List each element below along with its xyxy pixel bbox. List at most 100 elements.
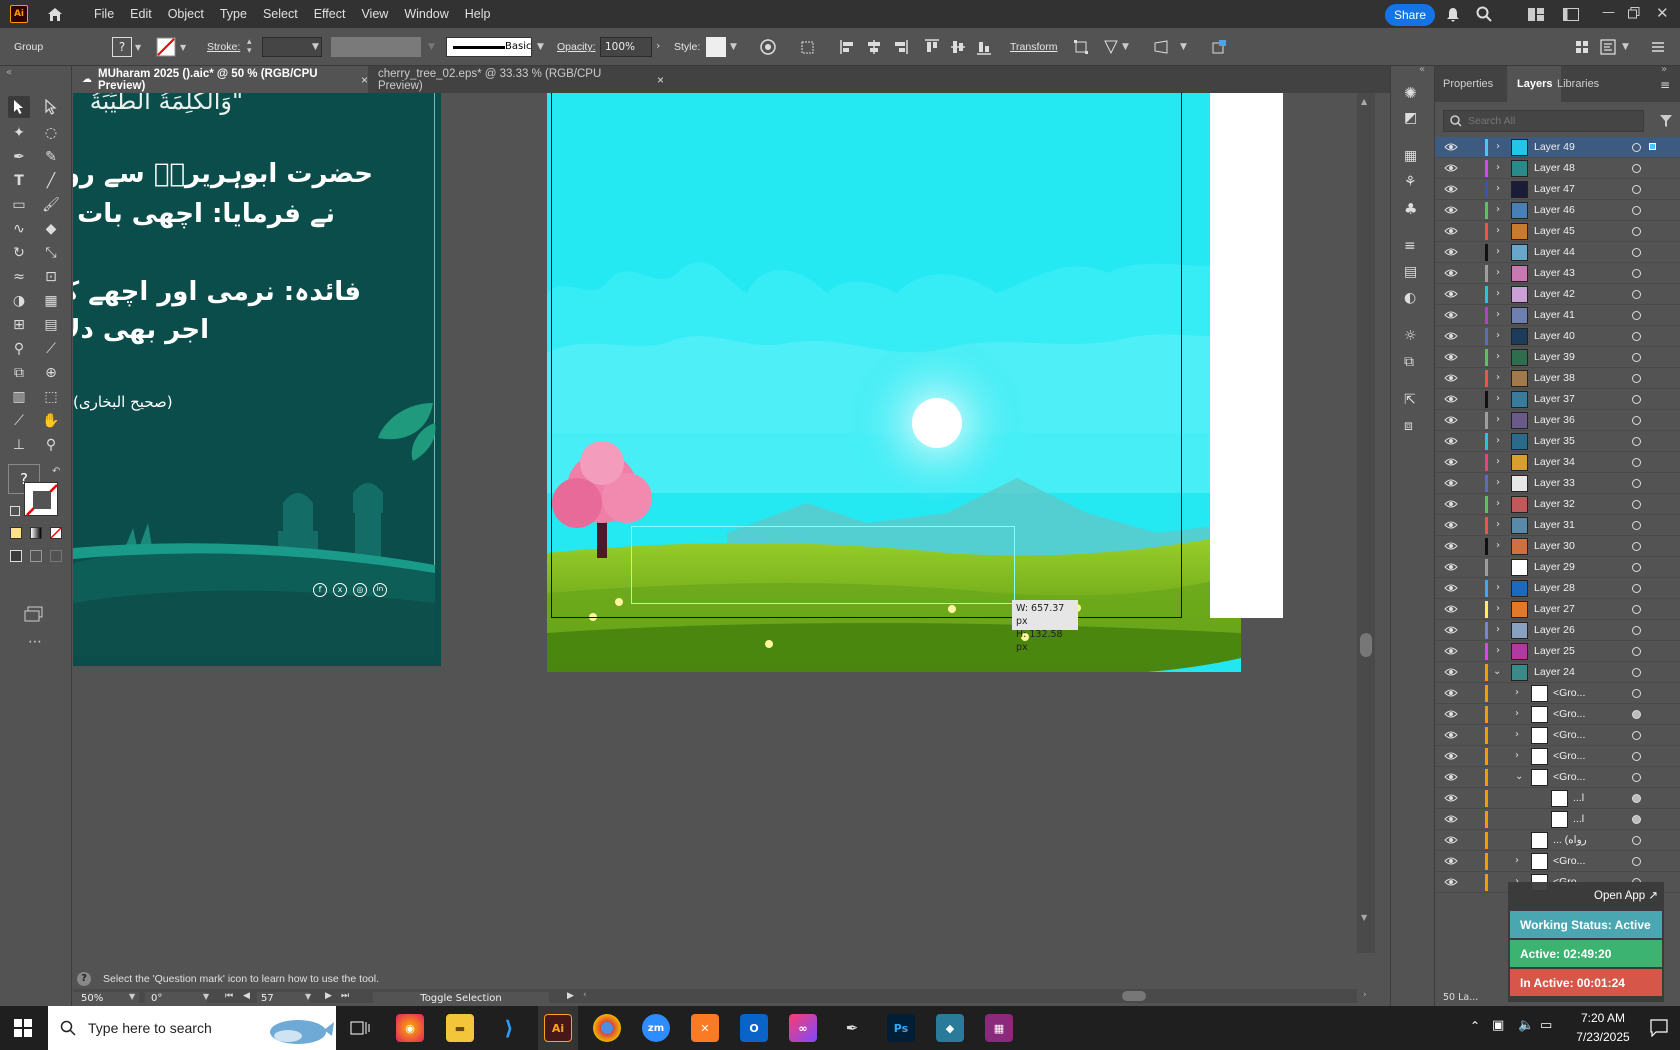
layer-row[interactable]: › Layer 37 (1435, 389, 1680, 410)
target-circle-icon[interactable] (1632, 227, 1641, 236)
chevron-right-icon[interactable]: › (1515, 750, 1519, 761)
horizontal-scroll-thumb[interactable] (1122, 991, 1146, 1001)
visibility-eye-icon[interactable] (1444, 604, 1458, 614)
symbol-sprayer-tool-icon[interactable]: ⊕ (40, 362, 62, 384)
scroll-left-icon[interactable]: ‹ (583, 990, 587, 1000)
pen-tool-icon[interactable]: ✒ (8, 146, 30, 168)
opacity-input[interactable]: 100% (600, 37, 652, 57)
layer-row[interactable]: › Layer 48 (1435, 158, 1680, 179)
default-colors-icon[interactable] (10, 506, 20, 516)
hand-tool-icon[interactable]: ✋ (40, 410, 62, 432)
export-icon[interactable]: ⇱ (1404, 392, 1416, 408)
restore-icon[interactable] (1628, 7, 1640, 19)
tab-cherry-tree[interactable]: cherry_tree_02.eps* @ 33.33 % (RGB/CPU P… (368, 66, 664, 93)
gradient-mode-icon[interactable] (30, 527, 42, 539)
visibility-eye-icon[interactable] (1444, 499, 1458, 509)
network-icon[interactable]: ▣ (1492, 1018, 1504, 1033)
layer-name[interactable]: Layer 47 (1534, 183, 1575, 195)
layer-name[interactable]: Layer 42 (1534, 288, 1575, 300)
task-view-icon[interactable] (350, 1020, 370, 1036)
align-right-icon[interactable] (892, 39, 908, 55)
chevron-right-icon[interactable]: › (1496, 204, 1500, 215)
panel-menu-icon[interactable]: ≡ (1660, 78, 1670, 92)
none-mode-icon[interactable] (50, 527, 62, 539)
visibility-eye-icon[interactable] (1444, 877, 1458, 887)
clock-date[interactable]: 7/23/2025 (1568, 1030, 1638, 1044)
draw-normal-icon[interactable] (10, 550, 22, 562)
layer-name[interactable]: Layer 25 (1534, 645, 1575, 657)
menu-select[interactable]: Select (255, 7, 306, 21)
layer-row[interactable]: › Layer 27 (1435, 599, 1680, 620)
visibility-eye-icon[interactable] (1444, 184, 1458, 194)
target-circle-icon[interactable] (1632, 500, 1641, 509)
filter-icon[interactable] (1659, 114, 1673, 128)
bell-icon[interactable] (1446, 7, 1460, 22)
layer-row[interactable]: › Layer 47 (1435, 179, 1680, 200)
visibility-eye-icon[interactable] (1444, 268, 1458, 278)
layer-row[interactable]: › Layer 28 (1435, 578, 1680, 599)
layer-row[interactable]: › Layer 31 (1435, 515, 1680, 536)
visibility-eye-icon[interactable] (1444, 625, 1458, 635)
layer-row[interactable]: › Layer 33 (1435, 473, 1680, 494)
magic-wand-tool-icon[interactable]: ✦ (8, 122, 30, 144)
layer-row[interactable]: › Layer 34 (1435, 452, 1680, 473)
vertical-scroll-thumb[interactable] (1360, 633, 1372, 657)
transparency-icon[interactable]: ◐ (1404, 290, 1416, 306)
visibility-eye-icon[interactable] (1444, 352, 1458, 362)
chevron-down-icon[interactable]: ⌄ (1515, 771, 1523, 782)
sublayer-name[interactable]: <Gro... (1553, 708, 1585, 720)
line-tool-icon[interactable]: ╱ (40, 170, 62, 192)
layer-row[interactable]: › Layer 45 (1435, 221, 1680, 242)
target-circle-icon[interactable] (1632, 332, 1641, 341)
symbols-icon[interactable]: ♣ (1404, 200, 1417, 218)
stroke-color-swatch[interactable] (24, 482, 58, 516)
sublayer-name[interactable]: <Gro... (1553, 771, 1585, 783)
sublayer-row[interactable]: › <Gro... (1435, 683, 1680, 704)
appearance-panel-icon[interactable]: ☼ (1404, 328, 1417, 344)
recolor-icon[interactable] (760, 39, 776, 55)
rotation-field[interactable]: 0° (145, 992, 207, 1006)
selection-tool-icon[interactable] (8, 96, 30, 118)
fill-dropdown-icon[interactable]: ▼ (135, 43, 141, 52)
close-tab-icon[interactable]: × (361, 73, 368, 87)
target-circle-icon[interactable] (1632, 584, 1641, 593)
visibility-eye-icon[interactable] (1444, 478, 1458, 488)
target-circle-icon[interactable] (1632, 794, 1641, 803)
artboard-dropdown-icon[interactable]: ▼ (305, 992, 311, 1001)
eraser-tool-icon[interactable]: ◆ (40, 218, 62, 240)
previous-artboard-icon[interactable]: ◀ (243, 991, 250, 1001)
opacity-arrow-icon[interactable]: › (656, 39, 660, 52)
target-circle-icon[interactable] (1632, 458, 1641, 467)
taskbar-search-box[interactable]: Type here to search (48, 1006, 336, 1050)
canvas[interactable]: "وَالْكَلِمَةُ الطَّيِّبَةُ حضرت ابوہریر… (73, 93, 1375, 975)
layer-name[interactable]: Layer 46 (1534, 204, 1575, 216)
layer-row[interactable]: › Layer 26 (1435, 620, 1680, 641)
target-circle-icon[interactable] (1632, 290, 1641, 299)
visibility-eye-icon[interactable] (1444, 814, 1458, 824)
question-icon[interactable]: ? (77, 972, 91, 986)
scale-tool-icon[interactable]: ⤡ (40, 242, 62, 264)
target-circle-icon[interactable] (1632, 626, 1641, 635)
menu-type[interactable]: Type (212, 7, 255, 21)
target-circle-icon[interactable] (1632, 353, 1641, 362)
layer-name[interactable]: Layer 37 (1534, 393, 1575, 405)
first-artboard-icon[interactable]: ⏮ (225, 991, 233, 1001)
next-artboard-icon[interactable]: ▶ (325, 991, 332, 1001)
workspace-icon[interactable] (1563, 8, 1579, 21)
chevron-right-icon[interactable]: › (1496, 540, 1500, 551)
puppet-warp-tool-icon[interactable]: ⊥ (8, 434, 30, 456)
brushes-icon[interactable]: ⚘ (1404, 174, 1417, 190)
chevron-right-icon[interactable]: › (1496, 414, 1500, 425)
share-button[interactable]: Share (1385, 4, 1435, 26)
transform-link[interactable]: Transform (1010, 41, 1057, 53)
eyedropper-tool-icon[interactable]: ⚲ (8, 338, 30, 360)
menu-object[interactable]: Object (160, 7, 212, 21)
stroke-label[interactable]: Stroke: (207, 41, 240, 53)
collapse-strip-icon[interactable]: « (1419, 64, 1425, 75)
chevron-right-icon[interactable]: › (1496, 330, 1500, 341)
visibility-eye-icon[interactable] (1444, 751, 1458, 761)
layers-search-box[interactable] (1443, 110, 1644, 132)
chevron-right-icon[interactable]: › (1496, 267, 1500, 278)
stroke-weight-dropdown-icon[interactable]: ▼ (312, 42, 319, 52)
mesh-tool-icon[interactable]: ⊞ (8, 314, 30, 336)
